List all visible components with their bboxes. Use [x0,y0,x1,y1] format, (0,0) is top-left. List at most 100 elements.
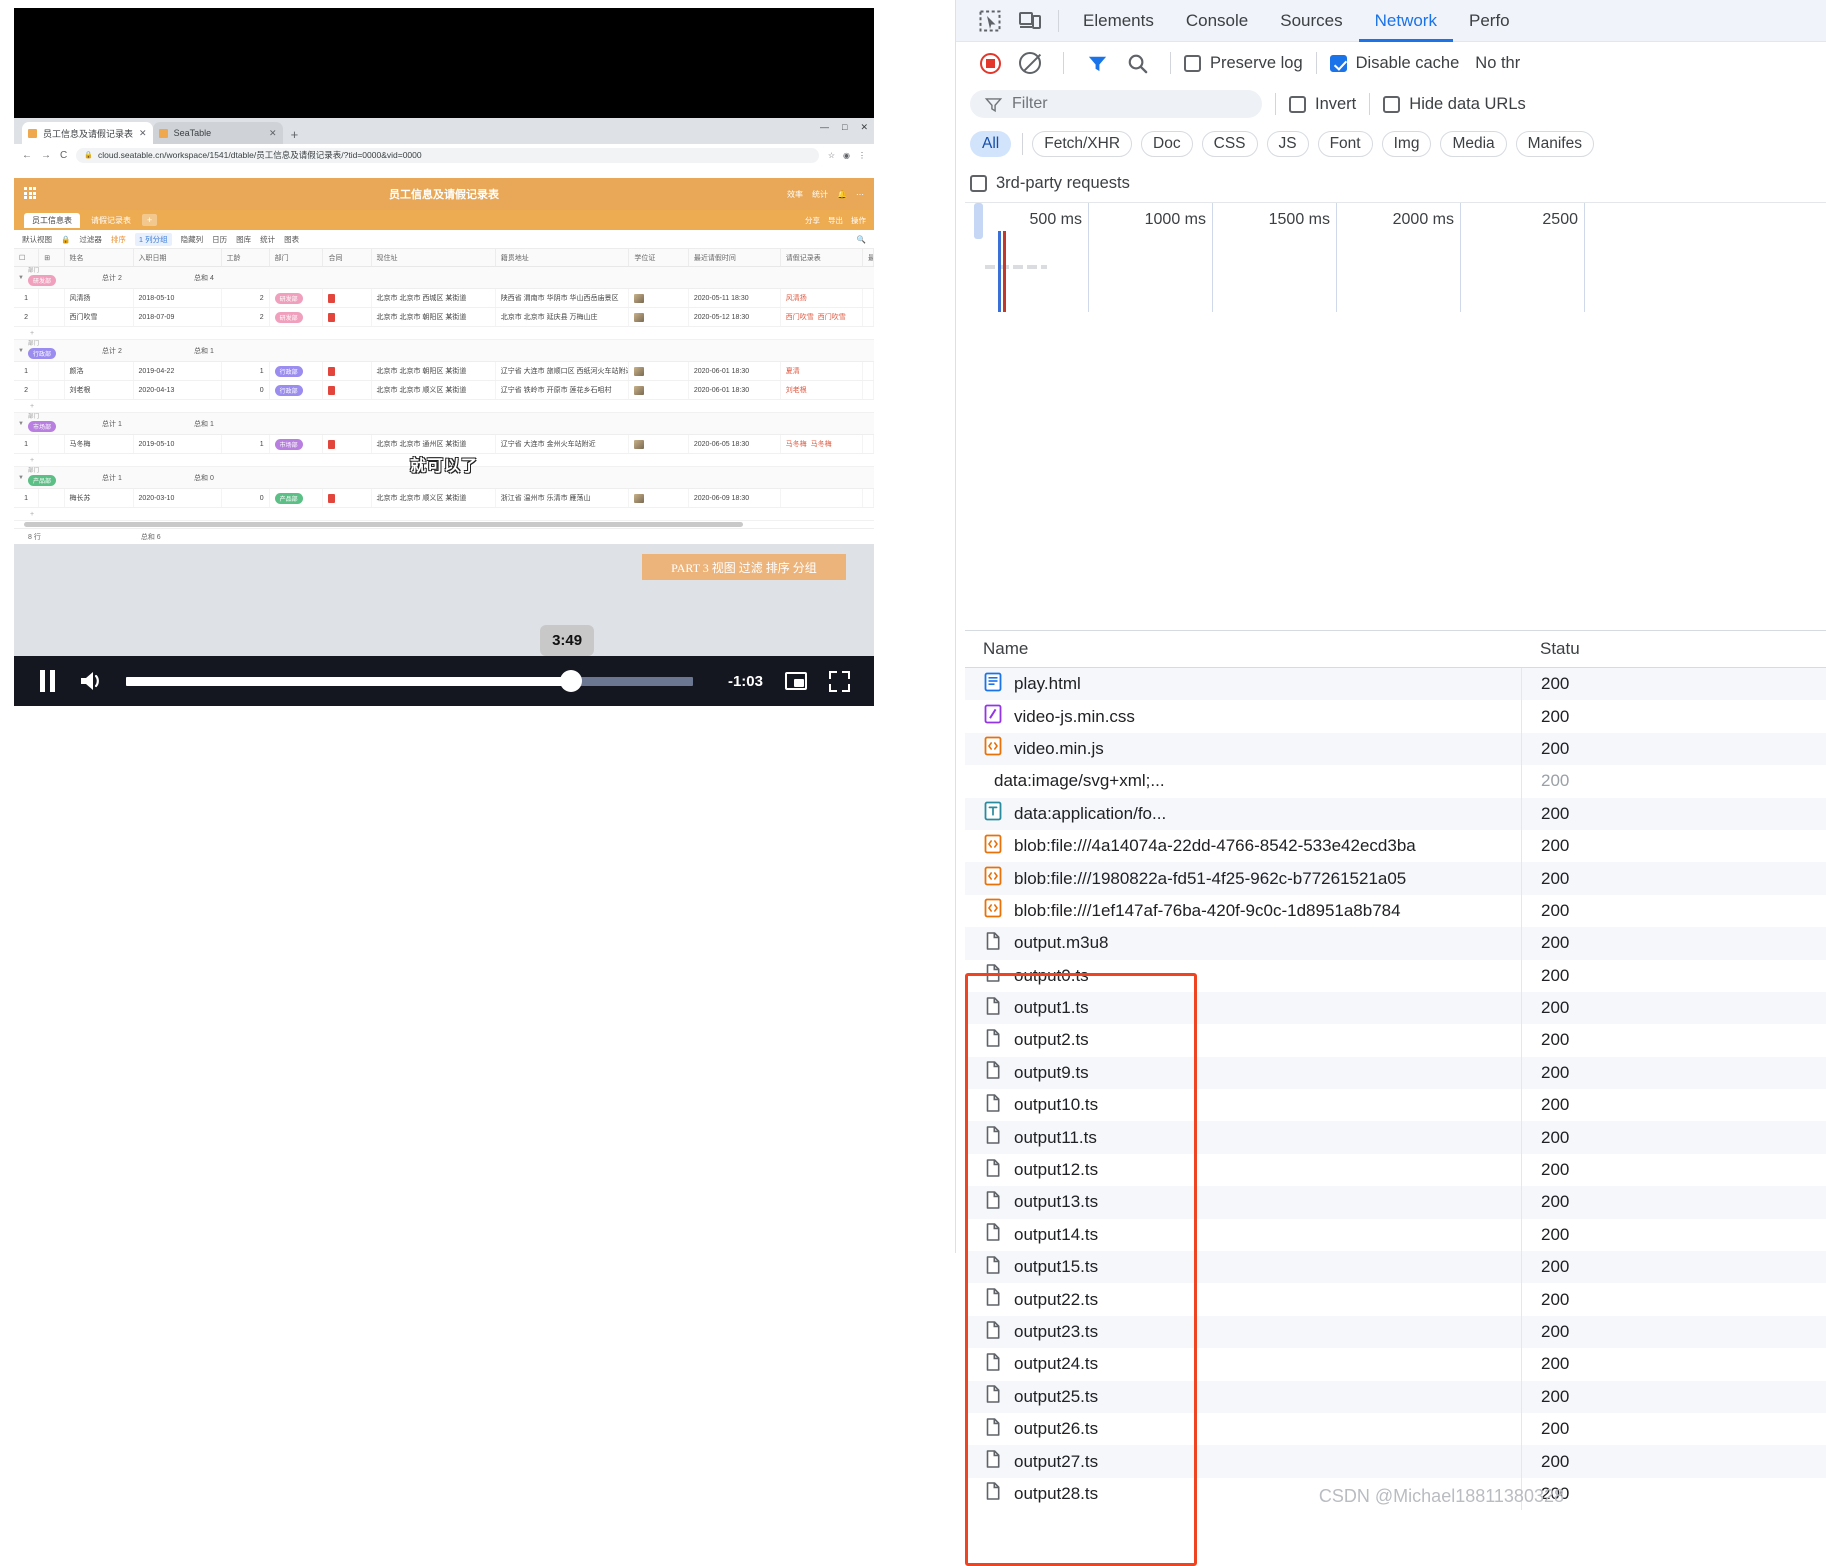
network-request-row[interactable]: output15.ts 200 [965,1251,1826,1284]
profile-avatar-icon[interactable]: ◉ [843,151,850,160]
column-header-hometown[interactable]: 籍贯地址 [496,249,630,266]
tab-sources[interactable]: Sources [1264,0,1358,42]
seatable-header-actions[interactable]: 效率 统计 🔔 ⋯ [787,189,864,200]
chevron-down-icon[interactable]: ▼ [14,348,28,354]
request-name-cell[interactable]: blob:file:///1980822a-fd51-4f25-962c-b77… [965,866,1521,891]
toolbar-calendar[interactable]: 日历 [212,234,227,245]
type-filter-img[interactable]: Img [1381,131,1432,157]
request-name-cell[interactable]: data:image/svg+xml;... [965,771,1521,791]
seatable-add-row[interactable]: + [14,400,874,413]
network-request-row[interactable]: output1.ts 200 [965,991,1826,1025]
seatable-data-row[interactable]: 1 梅长苏 2020-03-10 0 产品部 北京市 北京市 顺义区 某街道 浙江省 温州市… [14,489,874,508]
chevron-down-icon[interactable]: ▼ [14,275,28,281]
fullscreen-button[interactable] [829,670,850,692]
checkbox-box[interactable] [1184,54,1201,72]
toolbar-group[interactable]: 1 列分组 [134,232,172,246]
toolbar-filter[interactable]: 过滤器 [79,234,102,245]
column-header-address[interactable]: 现住址 [372,249,496,266]
preserve-log-checkbox[interactable]: Preserve log [1184,54,1303,73]
header-action-0[interactable]: 效率 [787,189,803,200]
request-name-cell[interactable]: output22.ts [965,1287,1521,1312]
request-name-cell[interactable]: blob:file:///1ef147af-76ba-420f-9c0c-1d8… [965,898,1521,923]
request-name-cell[interactable]: data:application/fo... [965,801,1521,826]
network-request-row[interactable]: output11.ts 200 [965,1121,1826,1154]
device-toolbar-icon[interactable] [1010,1,1050,41]
tab-network[interactable]: Network [1359,0,1453,42]
seatable-data-row[interactable]: 1 颜洛 2019-04-22 1 行政部 北京市 北京市 朝阳区 某街道 辽宁省 大连市 … [14,362,874,381]
close-window-icon[interactable]: ✕ [860,122,868,133]
window-controls[interactable]: — □ ✕ [820,122,868,133]
network-request-row[interactable]: output.m3u8 200 [965,927,1826,960]
seatable-tab-leave[interactable]: 请假记录表 [83,213,139,228]
request-name-cell[interactable]: output26.ts [965,1417,1521,1442]
network-request-row[interactable]: blob:file:///1ef147af-76ba-420f-9c0c-1d8… [965,894,1826,928]
network-request-row[interactable]: output13.ts 200 [965,1186,1826,1219]
column-header-degree[interactable]: 学位证 [629,249,689,266]
bookmark-star-icon[interactable]: ☆ [828,151,835,160]
request-name-cell[interactable]: output13.ts [965,1190,1521,1215]
seatable-group-row[interactable]: ▼ 部门 市场部 总计 1 总和 1 [14,413,874,435]
inspect-element-icon[interactable] [970,1,1010,41]
network-request-row[interactable]: output0.ts 200 [965,959,1826,992]
column-header-hiredate[interactable]: 入职日期 [134,249,222,266]
network-request-row[interactable]: output27.ts 200 [965,1445,1826,1478]
progress-handle[interactable] [560,670,583,692]
network-request-row[interactable]: blob:file:///4a14074a-22dd-4766-8542-533… [965,829,1826,863]
seatable-tab-actions[interactable]: 分享 导出 操作 [805,215,874,226]
request-name-cell[interactable]: video.min.js [965,736,1521,761]
toolbar-statistics[interactable]: 统计 [260,234,275,245]
video-player[interactable]: 员工信息及请假记录表 ✕ SeaTable ✕ + — □ ✕ ← → C 🔒 … [14,8,874,706]
network-request-row[interactable]: output23.ts 200 [965,1315,1826,1349]
filter-input[interactable]: Filter [970,90,1262,118]
network-request-row[interactable]: output22.ts 200 [965,1283,1826,1316]
seatable-data-row[interactable]: 1 风清扬 2018-05-10 2 研发部 北京市 北京市 西城区 某街道 陕西省 渭南市… [14,289,874,308]
column-header-leaverecord[interactable]: 请假记录表 [781,249,864,266]
search-icon[interactable] [1117,43,1157,83]
minimize-icon[interactable]: — [820,122,829,133]
seatable-data-row[interactable]: 2 西门吹雪 2018-07-09 2 研发部 北京市 北京市 朝阳区 某街道 北京市 北京… [14,308,874,327]
filter-icon[interactable] [1077,43,1117,83]
search-icon[interactable]: 🔍 [857,235,866,244]
request-name-cell[interactable]: output.m3u8 [965,931,1521,956]
seatable-group-row[interactable]: ▼ 部门 研发部 总计 2 总和 4 [14,267,874,289]
column-header-seniority[interactable]: 工龄 [222,249,270,266]
hide-data-urls-checkbox[interactable]: Hide data URLs [1383,95,1526,114]
volume-button[interactable] [78,669,104,693]
network-request-row[interactable]: output26.ts 200 [965,1412,1826,1446]
clear-network-log-icon[interactable] [1010,43,1050,83]
type-filter-media[interactable]: Media [1440,131,1507,157]
network-request-row[interactable]: output2.ts 200 [965,1024,1826,1057]
request-name-cell[interactable]: output12.ts [965,1158,1521,1183]
network-request-row[interactable]: data:application/fo... 200 [965,797,1826,830]
toolbar-sort[interactable]: 排序 [111,234,126,245]
close-icon[interactable]: ✕ [139,128,147,139]
maximize-icon[interactable]: □ [842,122,847,133]
request-name-cell[interactable]: output1.ts [965,996,1521,1021]
back-icon[interactable]: ← [22,150,32,161]
column-header-status[interactable]: Statu [1521,639,1826,659]
request-name-cell[interactable]: output23.ts [965,1320,1521,1345]
toolbar-gallery[interactable]: 图库 [236,234,251,245]
column-header-dept[interactable]: 部门 [270,249,324,266]
network-request-row[interactable]: output14.ts 200 [965,1218,1826,1252]
new-tab-button[interactable]: + [291,127,299,142]
add-table-button[interactable]: + [142,214,158,226]
column-header-name[interactable]: 姓名 [65,249,134,266]
network-request-row[interactable]: video.min.js 200 [965,732,1826,766]
column-header-recent[interactable]: 最近请 [863,249,874,266]
lock-icon[interactable]: 🔒 [61,235,70,244]
request-name-cell[interactable]: output11.ts [965,1125,1521,1150]
record-stop-icon[interactable] [970,43,1010,83]
request-name-cell[interactable]: blob:file:///4a14074a-22dd-4766-8542-533… [965,834,1521,859]
request-name-cell[interactable]: output15.ts [965,1255,1521,1280]
video-control-bar[interactable]: 3:49 -1:03 [14,624,874,706]
checkbox-box[interactable] [1383,95,1401,113]
close-icon[interactable]: ✕ [269,128,277,139]
request-name-cell[interactable]: play.html [965,672,1521,697]
tab-performance[interactable]: Perfo [1453,0,1526,42]
browser-menu-icon[interactable]: ⋮ [858,151,866,160]
column-header-contract[interactable]: 合同 [323,249,372,266]
request-name-cell[interactable]: output0.ts [965,963,1521,988]
seatable-data-row[interactable]: 2 刘老根 2020-04-13 0 行政部 北京市 北京市 顺义区 某街道 辽宁省 铁岭市… [14,381,874,400]
third-party-requests-checkbox[interactable]: 3rd-party requests [956,164,1826,202]
